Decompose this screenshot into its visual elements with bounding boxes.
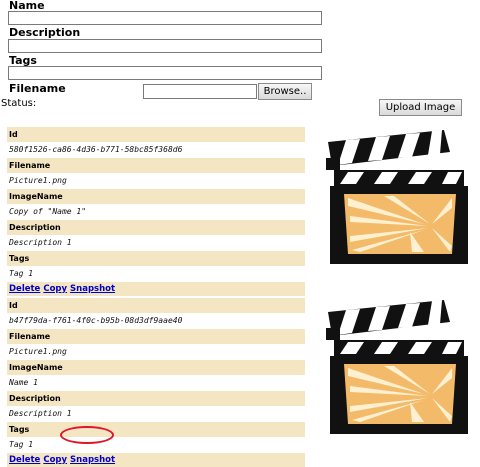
description-label: Description — [9, 26, 81, 39]
browse-button[interactable]: Browse.. — [258, 83, 312, 100]
id-value: 580f1526-ca86-4d36-b771-58bc85f368d6 — [7, 142, 305, 158]
clapperboard-icon — [326, 130, 468, 264]
snapshot-highlight-circle — [60, 426, 114, 444]
upload-image-button[interactable]: Upload Image — [379, 99, 462, 116]
snapshot-link[interactable]: Snapshot — [70, 455, 115, 465]
filename-value: Picture1.png — [7, 344, 305, 360]
imagename-label: ImageName — [7, 189, 305, 204]
filename-field[interactable] — [143, 84, 257, 99]
imagename-value: Name 1 — [7, 375, 305, 391]
name-input[interactable] — [8, 11, 322, 25]
id-label: Id — [7, 298, 305, 313]
id-value: b47f79da-f761-4f0c-b95b-08d3df9aae40 — [7, 313, 305, 329]
clapperboard-image-1 — [326, 130, 468, 264]
image-record-1: Id 580f1526-ca86-4d36-b771-58bc85f368d6 … — [7, 127, 305, 296]
tags-value: Tag 1 — [7, 266, 305, 282]
description-input[interactable] — [8, 39, 322, 53]
record-actions: Delete Copy Snapshot — [7, 453, 305, 467]
record-actions: Delete Copy Snapshot — [7, 282, 305, 296]
clapperboard-icon — [326, 300, 468, 434]
description-label: Description — [7, 391, 305, 406]
description-value: Description 1 — [7, 406, 305, 422]
tags-value: Tag 1 — [7, 437, 305, 453]
filename-value: Picture1.png — [7, 173, 305, 189]
image-record-2: Id b47f79da-f761-4f0c-b95b-08d3df9aae40 … — [7, 298, 305, 467]
tags-label: Tags — [7, 251, 305, 266]
delete-link[interactable]: Delete — [9, 284, 40, 294]
description-label: Description — [7, 220, 305, 235]
clapperboard-image-2 — [326, 300, 468, 434]
tags-label: Tags — [7, 422, 305, 437]
status-label: Status: — [1, 98, 37, 109]
id-label: Id — [7, 127, 305, 142]
tags-input[interactable] — [8, 66, 322, 80]
filename-label: Filename — [7, 329, 305, 344]
filename-label: Filename — [7, 158, 305, 173]
copy-link[interactable]: Copy — [43, 455, 67, 465]
description-value: Description 1 — [7, 235, 305, 251]
copy-link[interactable]: Copy — [43, 284, 67, 294]
delete-link[interactable]: Delete — [9, 455, 40, 465]
snapshot-link[interactable]: Snapshot — [70, 284, 115, 294]
imagename-label: ImageName — [7, 360, 305, 375]
filename-label: Filename — [9, 82, 66, 95]
imagename-value: Copy of "Name 1" — [7, 204, 305, 220]
